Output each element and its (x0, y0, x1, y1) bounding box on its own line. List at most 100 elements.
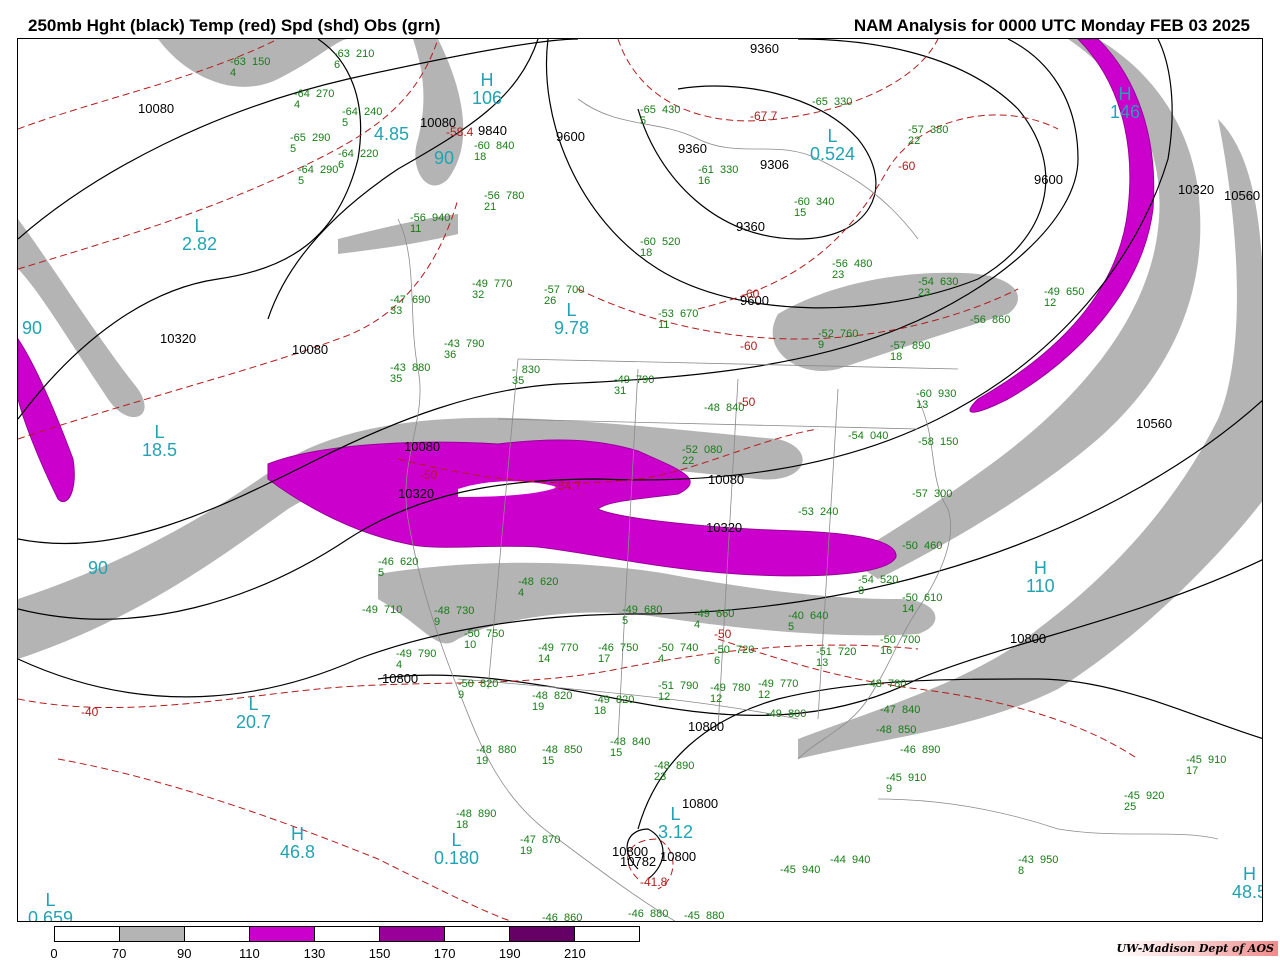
station-observation: -63 150 4 (230, 56, 271, 79)
station-observation: -56 780 21 (484, 190, 525, 213)
wind-speed-legend (54, 926, 640, 942)
pressure-center-letter: L (45, 890, 56, 910)
pressure-center-label: H 110 (1026, 559, 1055, 595)
station-observation: -60 520 18 (640, 236, 681, 259)
legend-tick-label: 0 (50, 946, 58, 961)
station-observation: -54 630 23 (918, 276, 959, 299)
station-observation: -57 300 (912, 488, 953, 500)
station-observation: -43 880 35 (390, 362, 431, 385)
station-observation: -45 920 25 (1124, 790, 1165, 813)
height-contour-label: 9360 (678, 141, 707, 156)
station-observation: -64 270 4 (294, 88, 335, 111)
pressure-center-value: 90 (88, 558, 109, 578)
pressure-center-label: L 0.659 (28, 890, 74, 922)
pressure-center-letter: L (670, 804, 681, 824)
station-observation: -45 940 (780, 864, 821, 876)
height-contour-label: 10320 (160, 331, 197, 346)
station-observation: -49 800 (766, 708, 807, 720)
station-observation: -56 940 11 (410, 212, 451, 235)
pressure-center-value: 106 (472, 88, 503, 108)
height-contour-label: 10080 (138, 101, 175, 116)
pressure-center-label: H 106 (472, 71, 502, 107)
pressure-center-label: L 3.12 (658, 805, 693, 841)
pressure-center-value: 0.659 (28, 908, 74, 922)
height-contour-label: 9360 (750, 41, 779, 56)
station-observation: -49 790 4 (396, 648, 437, 671)
legend-tick-label: 190 (498, 946, 521, 961)
height-contour-label: 10320 (398, 486, 435, 501)
station-observation: -60 340 15 (794, 196, 835, 219)
height-contour-label: 10800 (660, 849, 697, 864)
height-contour-label: 10320 (1178, 182, 1215, 197)
station-observation: -54 040 (848, 430, 889, 442)
height-contour-label: 9600 (556, 129, 585, 144)
height-contour-label: 10080 (292, 342, 329, 357)
station-observation: -48 780 (866, 678, 907, 690)
pressure-center-label: L 18.5 (142, 423, 177, 459)
pressure-center-label: 90 (88, 559, 108, 577)
height-contour-label: 9840 (478, 123, 507, 138)
station-observation: -49 770 14 (538, 642, 579, 665)
station-observation: -50 820 9 (458, 678, 499, 701)
pressure-center-value: 110 (1026, 576, 1055, 596)
station-observation: -45 910 9 (886, 772, 927, 795)
station-observation: -43 950 8 (1018, 854, 1059, 877)
station-observation: -49 770 12 (758, 678, 799, 701)
station-observation: -60 930 13 (916, 388, 957, 411)
legend-tick-label: 130 (303, 946, 326, 961)
station-observation: -65 430 5 (640, 104, 681, 127)
height-contour-label: 10800 (382, 671, 419, 686)
station-observation: -48 840 15 (610, 736, 651, 759)
station-observation: -43 790 36 (444, 338, 485, 361)
station-observation: -48 890 23 (654, 760, 695, 783)
station-observation: -61 330 16 (698, 164, 739, 187)
station-observation: -48 880 19 (476, 744, 517, 767)
pressure-center-value: 0.524 (810, 144, 856, 164)
height-contour-label: 10080 (404, 439, 441, 454)
station-observation: -60 840 18 (474, 140, 515, 163)
station-observation: -52 760 9 (818, 328, 859, 351)
station-observation: -56 860 (970, 314, 1011, 326)
legend-tick-label: 90 (176, 946, 192, 961)
station-observation: -49 680 5 (622, 604, 663, 627)
height-contour-label: 10782 (620, 854, 657, 869)
station-observation: -50 460 (902, 540, 943, 552)
pressure-center-letter: H (1118, 84, 1132, 104)
height-contour-label: 10560 (1136, 416, 1173, 431)
station-observation: -52 080 22 (682, 444, 723, 467)
pressure-center-label: H 46.8 (280, 825, 315, 861)
temperature-label: -41.8 (640, 875, 668, 889)
legend-swatch (250, 927, 315, 941)
station-observation: - 830 35 (512, 364, 541, 387)
pressure-center-value: 90 (434, 148, 455, 168)
station-observation: -58 150 (918, 436, 959, 448)
pressure-center-letter: H (1033, 558, 1047, 578)
temperature-label: -60 (898, 159, 916, 173)
station-observation: -48 820 19 (532, 690, 573, 713)
pressure-center-letter: H (480, 70, 494, 90)
station-observation: -46 890 (900, 744, 941, 756)
pressure-center-letter: L (154, 422, 165, 442)
station-observation: -48 730 9 (434, 605, 475, 628)
height-contour-label: 10560 (1224, 188, 1261, 203)
legend-tick-label: 70 (111, 946, 127, 961)
temperature-label: -60 (740, 339, 758, 353)
pressure-center-letter: L (827, 126, 838, 146)
station-observation: -48 620 4 (518, 576, 559, 599)
station-observation: -48 850 (876, 724, 917, 736)
station-observation: -49 770 32 (472, 278, 513, 301)
legend-swatch (55, 927, 120, 941)
legend-swatch (315, 927, 380, 941)
station-observation: -45 910 17 (1186, 754, 1227, 777)
height-contour-label: 9306 (760, 157, 789, 172)
station-observation: -49 790 31 (614, 374, 655, 397)
station-observation: -49 820 18 (594, 694, 635, 717)
legend-swatch (120, 927, 185, 941)
pressure-center-value: 9.78 (554, 318, 590, 338)
pressure-center-label: 90 (434, 149, 454, 167)
legend-swatch (510, 927, 575, 941)
legend-tick-label: 170 (433, 946, 456, 961)
station-observation: -49 660 4 (694, 608, 735, 631)
height-contour-label: 10080 (708, 472, 745, 487)
station-observation: -64 220 6 (338, 148, 379, 171)
